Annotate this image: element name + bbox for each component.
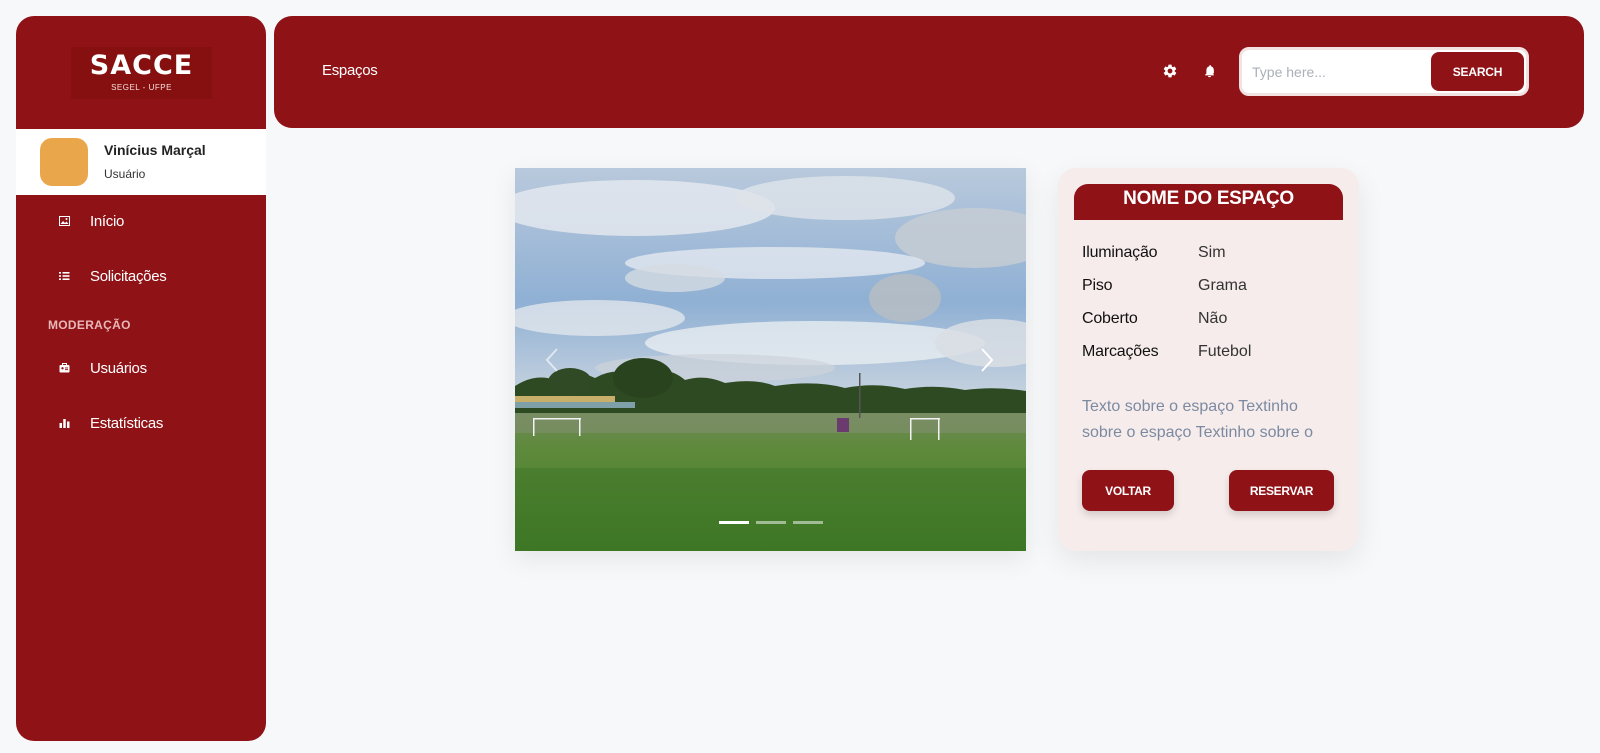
avatar [40, 138, 88, 186]
image-icon [58, 215, 70, 227]
space-photo [515, 168, 1026, 551]
property-value: Sim [1198, 244, 1226, 261]
sidebar-item-inicio[interactable]: Início [16, 203, 266, 239]
users-icon [58, 362, 70, 374]
sidebar-item-label: Início [90, 212, 125, 230]
sidebar-item-solicitacoes[interactable]: Solicitações [16, 258, 266, 294]
top-navbar: Espaços SEARCH [274, 16, 1584, 128]
search-box: SEARCH [1239, 47, 1529, 96]
property-key: Iluminação [1082, 244, 1158, 261]
back-button[interactable]: VOLTAR [1082, 470, 1174, 511]
carousel-prev-icon[interactable] [537, 340, 567, 380]
carousel-next-icon[interactable] [972, 340, 1002, 380]
user-name: Vinícius Marçal [104, 142, 206, 158]
carousel-indicator[interactable] [719, 521, 749, 524]
space-description: Texto sobre o espaço Textinho sobre o es… [1082, 398, 1313, 441]
logo[interactable]: SACCE SEGEL - UFPE [71, 47, 212, 99]
logo-title: SACCE [89, 50, 194, 81]
bar-chart-icon [58, 417, 70, 429]
space-title-header: NOME DO ESPAÇO [1074, 184, 1343, 220]
sidebar-item-label: Estatísticas [90, 414, 164, 432]
search-input[interactable] [1252, 60, 1422, 84]
carousel-indicator[interactable] [756, 521, 786, 524]
section-label-moderacao: MODERAÇÃO [48, 318, 131, 332]
carousel-indicators [719, 521, 823, 524]
breadcrumb[interactable]: Espaços [322, 62, 378, 79]
space-title: NOME DO ESPAÇO [1123, 188, 1294, 209]
property-value: Futebol [1198, 343, 1252, 360]
carousel-indicator[interactable] [793, 521, 823, 524]
sidebar: SACCE SEGEL - UFPE Vinícius Marçal Usuár… [16, 16, 266, 741]
gear-icon[interactable] [1160, 61, 1180, 81]
image-carousel [515, 168, 1026, 551]
space-info-card: NOME DO ESPAÇO Iluminação Sim Piso Grama… [1058, 168, 1359, 551]
search-button[interactable]: SEARCH [1431, 52, 1524, 91]
property-key: Coberto [1082, 310, 1138, 327]
sidebar-item-label: Solicitações [90, 267, 167, 285]
property-value: Não [1198, 310, 1228, 327]
sidebar-item-estatisticas[interactable]: Estatísticas [16, 405, 266, 441]
logo-subtitle: SEGEL - UFPE [111, 83, 172, 92]
reserve-button[interactable]: RESERVAR [1229, 470, 1334, 511]
bell-icon[interactable] [1199, 61, 1219, 81]
user-card[interactable]: Vinícius Marçal Usuário [16, 129, 266, 195]
sidebar-item-label: Usuários [90, 359, 147, 377]
sidebar-item-usuarios[interactable]: Usuários [16, 350, 266, 386]
property-key: Marcações [1082, 343, 1159, 360]
property-key: Piso [1082, 277, 1113, 294]
user-role: Usuário [104, 167, 146, 181]
list-icon [58, 270, 70, 282]
property-value: Grama [1198, 277, 1247, 294]
